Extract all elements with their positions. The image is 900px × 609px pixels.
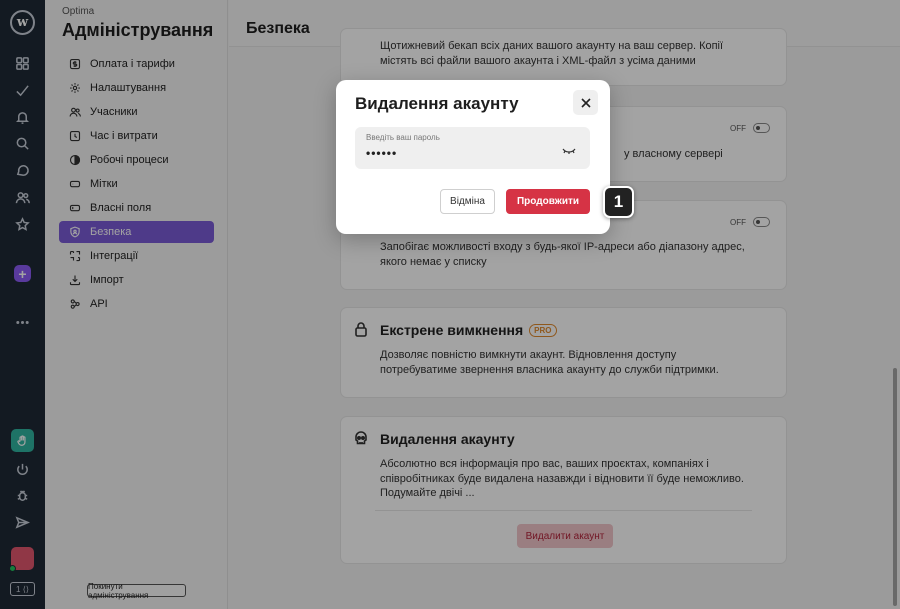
modal-title: Видалення акаунту [355, 94, 519, 113]
callout-number: 1 [603, 186, 634, 218]
close-button[interactable] [573, 90, 598, 115]
continue-button[interactable]: Продовжити [506, 189, 590, 214]
step-callout: 1 [597, 186, 634, 218]
cancel-button[interactable]: Відміна [440, 189, 495, 214]
password-label: Введіть ваш пароль [366, 133, 440, 142]
eye-closed-icon[interactable] [562, 143, 576, 154]
close-icon [580, 97, 591, 108]
password-field[interactable]: Введіть ваш пароль •••••• [355, 127, 590, 169]
password-input[interactable]: •••••• [366, 146, 397, 160]
delete-account-modal: Видалення акаунту Введіть ваш пароль •••… [336, 80, 610, 234]
